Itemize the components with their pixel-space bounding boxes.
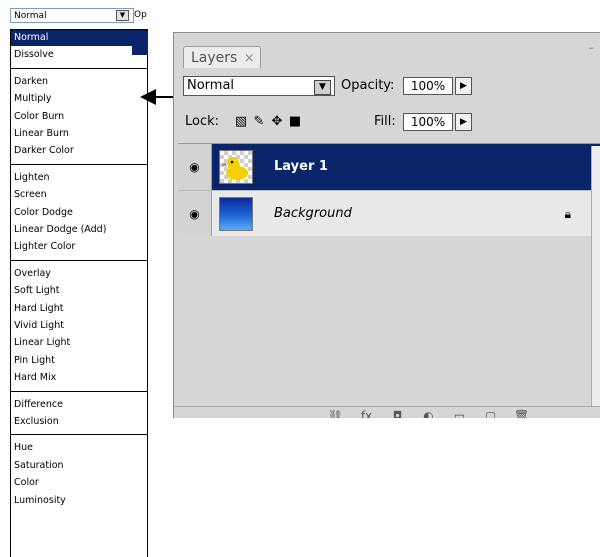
chevron-down-icon: ▼: [319, 82, 326, 92]
link-layers-icon[interactable]: ⛓: [320, 409, 351, 418]
menu-item-lighten[interactable]: Lighten: [11, 170, 147, 186]
fill-label: Fill:: [374, 114, 396, 129]
mini-opacity-label: Op: [134, 10, 147, 20]
chevron-right-icon: ▶: [460, 81, 467, 91]
menu-item-saturation[interactable]: Saturation: [11, 458, 147, 474]
chevron-down-icon: ▼: [119, 11, 126, 19]
menu-item-difference[interactable]: Difference: [11, 397, 147, 413]
opacity-field[interactable]: 100%: [403, 77, 453, 95]
menu-item-soft-light[interactable]: Soft Light: [11, 283, 147, 299]
menu-separator: [11, 390, 147, 392]
menu-item-linear-dodge-add[interactable]: Linear Dodge (Add): [11, 222, 147, 238]
menu-separator: [11, 434, 147, 436]
brush-icon[interactable]: ✎: [250, 112, 268, 132]
layer-thumbnail-duck: [219, 150, 253, 184]
opacity-label: Opacity:: [341, 78, 395, 93]
menu-separator: [11, 67, 147, 69]
trash-icon[interactable]: 🗑︎: [506, 409, 537, 418]
lock-transparent-pixels-icon[interactable]: ▧: [232, 112, 250, 132]
menu-item-exclusion[interactable]: Exclusion: [11, 414, 147, 430]
layer-row-background[interactable]: ◉ Background 🔒︎: [178, 190, 600, 236]
layers-list: ◉ Layer 1 ◉ Background 🔒︎: [178, 143, 600, 418]
menu-item-linear-burn[interactable]: Linear Burn: [11, 126, 147, 142]
blend-mode-menu: Normal Dissolve Darken Multiply Color Burn Li…: [10, 29, 148, 557]
duck-icon: [221, 157, 248, 180]
new-group-icon[interactable]: ▭: [444, 409, 475, 418]
menu-item-multiply[interactable]: Multiply: [11, 91, 147, 107]
menu-item-color-burn[interactable]: Color Burn: [11, 109, 147, 125]
mini-blend-dropdown-button[interactable]: ▼: [116, 10, 129, 21]
menu-item-luminosity[interactable]: Luminosity: [11, 493, 147, 509]
menu-separator: [11, 163, 147, 165]
menu-item-darker-color[interactable]: Darker Color: [11, 143, 147, 159]
layer-name: Layer 1: [274, 159, 328, 174]
close-icon[interactable]: ×: [244, 51, 255, 66]
menu-item-screen[interactable]: Screen: [11, 187, 147, 203]
layers-panel-body: Normal ▼ Opacity: 100% ▶ Lock: ▧ ✎ ✥ ■ Fill…: [174, 68, 600, 418]
arrow-head: [140, 89, 156, 105]
fx-icon[interactable]: ƒx: [351, 409, 382, 418]
tab-layers[interactable]: Layers ×: [183, 46, 261, 68]
menu-item-hard-light[interactable]: Hard Light: [11, 301, 147, 317]
tab-layers-label: Layers: [191, 50, 238, 66]
layers-panel: Layers × – Normal ▼ Opacity: 100% ▶ Lock…: [173, 32, 600, 418]
layers-bottom-toolbar: ⛓ ƒx ◘ ◐ ▭ ▢ 🗑︎: [174, 406, 600, 418]
menu-item-pin-light[interactable]: Pin Light: [11, 353, 147, 369]
menu-item-hard-mix[interactable]: Hard Mix: [11, 370, 147, 386]
menu-scroll-highlight: [132, 30, 148, 55]
menu-separator: [11, 259, 147, 261]
opacity-slider-button[interactable]: ▶: [455, 77, 472, 95]
layer-mask-icon[interactable]: ◘: [382, 409, 413, 418]
menu-item-color-dodge[interactable]: Color Dodge: [11, 205, 147, 221]
layers-scrollbar[interactable]: [591, 146, 600, 408]
menu-item-dissolve[interactable]: Dissolve: [11, 47, 147, 63]
blend-mode-dropdown-button[interactable]: ▼: [314, 80, 331, 95]
lock-all-icon[interactable]: ■: [286, 112, 304, 132]
menu-item-lighter-color[interactable]: Lighter Color: [11, 239, 147, 255]
menu-item-hue[interactable]: Hue: [11, 440, 147, 456]
lock-icon: 🔒︎: [564, 207, 571, 221]
layer-thumbnail-background: [219, 197, 253, 231]
layer-row-layer-1[interactable]: ◉ Layer 1: [178, 144, 600, 190]
menu-item-darken[interactable]: Darken: [11, 74, 147, 90]
menu-item-color[interactable]: Color: [11, 475, 147, 491]
lock-label: Lock:: [185, 114, 220, 129]
menu-item-overlay[interactable]: Overlay: [11, 266, 147, 282]
move-icon[interactable]: ✥: [268, 112, 286, 132]
menu-item-linear-light[interactable]: Linear Light: [11, 335, 147, 351]
fill-field[interactable]: 100%: [403, 113, 453, 131]
adjustment-layer-icon[interactable]: ◐: [413, 409, 444, 418]
eye-icon[interactable]: ◉: [178, 144, 212, 190]
lock-toolbar: ▧ ✎ ✥ ■: [232, 112, 304, 132]
new-layer-icon[interactable]: ▢: [475, 409, 506, 418]
chevron-right-icon: ▶: [460, 117, 467, 127]
fill-slider-button[interactable]: ▶: [455, 113, 472, 131]
blend-mode-select[interactable]: Normal: [183, 76, 335, 96]
layer-name: Background: [274, 206, 352, 221]
panel-menu-icon[interactable]: –: [589, 41, 595, 54]
menu-item-vivid-light[interactable]: Vivid Light: [11, 318, 147, 334]
eye-icon[interactable]: ◉: [178, 191, 212, 236]
menu-item-normal[interactable]: Normal: [11, 30, 147, 46]
